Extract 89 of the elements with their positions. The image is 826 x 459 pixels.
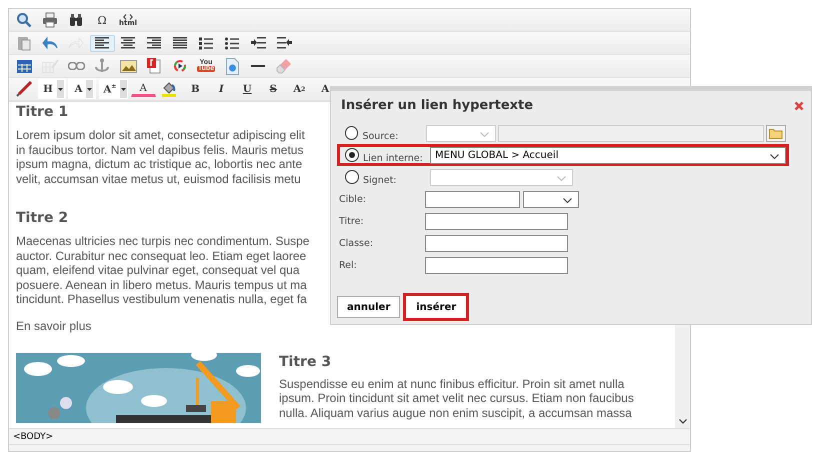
text-line: Suspendisse eu enim at nunc finibus efficitur. Proin sit amet nulla (279, 376, 624, 391)
text-line: auctor. Curabitur nec consequat leo. Etiam eget laoree (16, 248, 306, 263)
table-icon (16, 60, 32, 72)
text-line: ipsum. Proin tincidunt sit amet velit nec cursus. Etiam non faucibus (279, 391, 634, 406)
chevron-icon (557, 176, 566, 180)
omega-button[interactable]: Ω (90, 10, 114, 30)
eraser-icon (276, 58, 292, 74)
undo-icon (42, 36, 58, 50)
text-line: tincidunt. Phasellus vestibulum venenatis nulla, eget fa (16, 292, 307, 306)
chain-link-icon (68, 62, 84, 70)
anchor-icon (95, 58, 109, 74)
font-color-button[interactable]: A (130, 81, 156, 97)
read-more-text: En savoir plus (16, 318, 92, 332)
radio-button[interactable] (345, 148, 359, 162)
radio-button[interactable] (345, 170, 359, 184)
folder-icon (768, 128, 783, 138)
document-icon (147, 58, 161, 74)
magnifier-icon (16, 12, 32, 28)
chevron-icon (480, 132, 490, 136)
printer-icon (42, 12, 58, 28)
align-center-icon (121, 37, 135, 49)
heading: Titre 2 (16, 210, 68, 226)
insert-button[interactable]: insérer (403, 293, 470, 321)
heading: Titre 1 (16, 104, 68, 120)
bullet-list-icon (225, 36, 239, 50)
caret-icon (121, 88, 126, 90)
outdent-icon (276, 37, 292, 49)
text-style-button[interactable]: I (208, 79, 234, 99)
field-label: Titre: (338, 216, 365, 226)
text-style-button[interactable]: U (234, 79, 260, 99)
text-line: posuere. Aenean in libero metus. Mauris tempus ut ma (16, 278, 307, 292)
text-line: nulla. Aliquam varius augue non enim suscipit, a accumsan massa (279, 406, 632, 420)
align-left-button[interactable] (90, 34, 114, 52)
text-style-button[interactable]: B (182, 79, 208, 99)
text-style-button[interactable]: S (260, 79, 286, 99)
chevron-icon (563, 198, 572, 202)
radio-button[interactable] (345, 126, 358, 140)
text-line: ipsum magna, dictum ac tristique ac, lobortis nec ante (16, 157, 302, 172)
select-field[interactable] (426, 124, 496, 142)
align-right-icon (147, 37, 161, 49)
text-line: Lorem ipsum dolor sit amet, consectetur adipiscing elit (16, 128, 305, 142)
clipboard-icon (16, 35, 32, 51)
field-label: Signet: (363, 174, 398, 186)
ordered-list-icon (199, 36, 213, 50)
field-label: Classe: (338, 238, 374, 248)
scroll-down-icon (678, 419, 686, 424)
format-dropdown[interactable]: H (38, 79, 66, 99)
text-line: quam, eleifend vitae pulvinar eget, consequat vel qua (16, 263, 300, 278)
element-path: <BODY> (13, 432, 54, 442)
paint-bucket-icon (161, 81, 178, 97)
input-field[interactable] (425, 212, 568, 230)
text-style-button[interactable]: A (312, 79, 338, 99)
file-icon (226, 58, 238, 74)
code-icon (123, 14, 133, 20)
select-value: MENU GLOBAL > Accueil (434, 150, 558, 160)
play-icon (174, 60, 186, 72)
input-field[interactable] (425, 234, 568, 252)
cancel-button[interactable]: annuler (337, 296, 400, 318)
binoculars-icon (69, 13, 83, 27)
heading: Titre 3 (279, 354, 332, 370)
select-field[interactable] (523, 190, 579, 208)
justify-icon (173, 37, 187, 49)
field-label: Rel: (338, 260, 358, 270)
text-line: in faucibus tortor. Nam vel dapibus felis. Mauris metus (16, 142, 304, 157)
align-left-icon (95, 37, 109, 49)
close-button[interactable] (794, 100, 804, 110)
select-field[interactable] (430, 168, 573, 186)
field-label: Cible: (338, 194, 367, 204)
table-edit-icon (42, 59, 58, 73)
field-label: Source: (362, 130, 400, 142)
browse-button[interactable] (766, 124, 786, 142)
caret-icon (58, 88, 63, 90)
input-field[interactable] (425, 190, 520, 208)
image-icon (120, 60, 136, 72)
close-icon (794, 100, 804, 110)
chevron-icon (770, 154, 779, 158)
field-label: Lien interne: (363, 152, 424, 164)
horizontal-rule-icon (251, 65, 265, 67)
input-field[interactable] (425, 256, 568, 274)
caret-icon (87, 88, 92, 90)
dialog-title: Insérer un lien hypertexte (341, 98, 534, 113)
indent-icon (250, 37, 266, 49)
text-line: velit, accumsan vitae metus ut, euismod facilisis metu (16, 172, 301, 186)
input-field[interactable] (498, 124, 764, 142)
select-field[interactable]: MENU GLOBAL > Accueil (430, 146, 786, 164)
format-dropdown[interactable]: A (68, 79, 96, 99)
pen-icon (16, 81, 32, 97)
format-dropdown[interactable]: A$^{±}$ (98, 79, 128, 99)
text-line: Maecenas ultricies nec turpis nec condimentum. Suspe (16, 234, 310, 248)
